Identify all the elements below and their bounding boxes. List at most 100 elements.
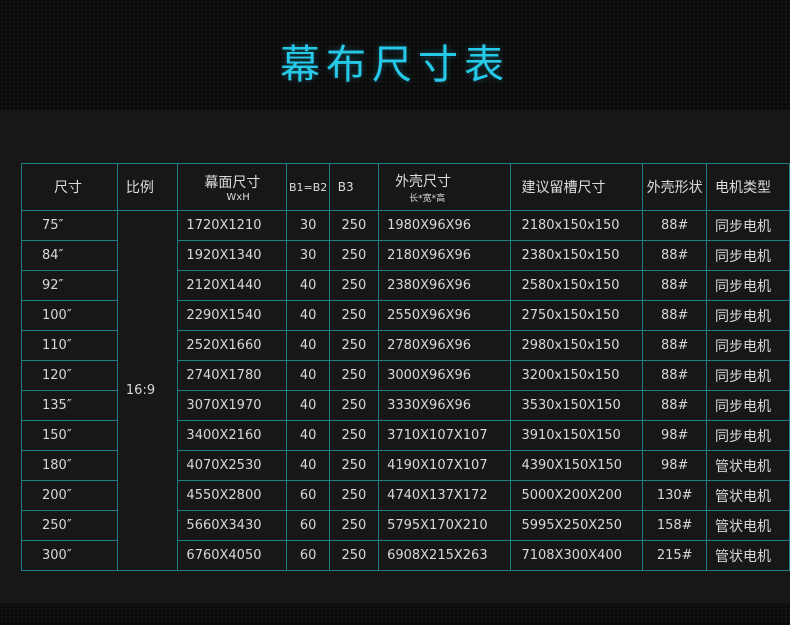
cell-b3: 250 — [328, 360, 380, 391]
cell-shape: 88# — [642, 210, 707, 241]
cell-size: 92″ — [21, 270, 118, 301]
header-outer: 外壳尺寸 长*宽*高 — [378, 163, 512, 211]
cell-b3: 250 — [328, 480, 380, 511]
cell-shape: 88# — [642, 300, 707, 331]
cell-size: 110″ — [21, 330, 118, 361]
cell-b1b2: 30 — [286, 210, 330, 241]
header-motor: 电机类型 — [705, 163, 790, 211]
header-b3: B3 — [328, 163, 380, 211]
cell-screen: 3400X2160 — [177, 420, 288, 451]
cell-slot: 5995X250X250 — [510, 510, 644, 541]
size-table-container: 尺寸 比例 幕面尺寸 WxH B1=B2 B3 外壳尺寸 长*宽*高 建议留槽尺… — [21, 163, 790, 571]
footer-band — [0, 603, 790, 625]
cell-b1b2: 60 — [286, 480, 330, 511]
cell-outer: 1980X96X96 — [378, 210, 512, 241]
cell-screen: 5660X3430 — [177, 510, 288, 541]
cell-shape: 88# — [642, 240, 707, 271]
cell-slot: 2180x150x150 — [510, 210, 644, 241]
header-screen-sub: WxH — [226, 191, 250, 203]
cell-motor: 同步电机 — [705, 270, 790, 301]
cell-slot: 7108X300X400 — [510, 540, 644, 571]
cell-slot: 2980x150x150 — [510, 330, 644, 361]
cell-slot: 4390X150X150 — [510, 450, 644, 481]
cell-b3: 250 — [328, 240, 380, 271]
cell-outer: 2380X96X96 — [378, 270, 512, 301]
cell-outer: 3710X107X107 — [378, 420, 512, 451]
cell-size: 250″ — [21, 510, 118, 541]
header-outer-sub: 长*宽*高 — [409, 193, 446, 204]
cell-slot: 3530x150X150 — [510, 390, 644, 421]
cell-size: 100″ — [21, 300, 118, 331]
cell-screen: 3070X1970 — [177, 390, 288, 421]
table-row: 75″ 16:9 1720X1210 30 250 1980X96X96 2180x150x… — [21, 210, 790, 571]
cell-outer: 5795X170X210 — [378, 510, 512, 541]
cell-size: 75″ — [21, 210, 118, 241]
cell-motor: 管状电机 — [705, 510, 790, 541]
cell-size: 300″ — [21, 540, 118, 571]
cell-motor: 管状电机 — [705, 450, 790, 481]
cell-size: 135″ — [21, 390, 118, 421]
cell-b3: 250 — [328, 390, 380, 421]
header-b1b2: B1=B2 — [286, 163, 330, 211]
cell-slot: 2380x150x150 — [510, 240, 644, 271]
cell-b1b2: 40 — [286, 450, 330, 481]
table-header-row: 尺寸 比例 幕面尺寸 WxH B1=B2 B3 外壳尺寸 长*宽*高 建议留槽尺… — [21, 163, 790, 211]
cell-size: 120″ — [21, 360, 118, 391]
header-screen-label: 幕面尺寸 — [204, 174, 261, 191]
header-ratio: 比例 — [116, 163, 179, 211]
cell-size: 200″ — [21, 480, 118, 511]
cell-outer: 3330X96X96 — [378, 390, 512, 421]
cell-outer: 3000X96X96 — [378, 360, 512, 391]
cell-motor: 同步电机 — [705, 300, 790, 331]
cell-b1b2: 40 — [286, 420, 330, 451]
cell-shape: 88# — [642, 330, 707, 361]
cell-screen: 4070X2530 — [177, 450, 288, 481]
header-slot: 建议留槽尺寸 — [510, 163, 644, 211]
cell-motor: 管状电机 — [705, 540, 790, 571]
cell-size: 84″ — [21, 240, 118, 271]
cell-shape: 88# — [642, 360, 707, 391]
cell-b3: 250 — [328, 450, 380, 481]
cell-outer: 2180X96X96 — [378, 240, 512, 271]
cell-shape: 98# — [642, 420, 707, 451]
cell-screen: 1720X1210 — [177, 210, 288, 241]
cell-slot: 2580x150x150 — [510, 270, 644, 301]
cell-b1b2: 40 — [286, 360, 330, 391]
cell-shape: 215# — [642, 540, 707, 571]
cell-outer: 4740X137X172 — [378, 480, 512, 511]
cell-motor: 同步电机 — [705, 210, 790, 241]
cell-outer: 4190X107X107 — [378, 450, 512, 481]
cell-b1b2: 60 — [286, 540, 330, 571]
page-title: 幕布尺寸表 — [280, 42, 510, 88]
cell-b3: 250 — [328, 210, 380, 241]
header-shape: 外壳形状 — [642, 163, 707, 211]
cell-ratio: 16:9 — [116, 210, 179, 571]
cell-outer: 2780X96X96 — [378, 330, 512, 361]
cell-screen: 1920X1340 — [177, 240, 288, 271]
cell-slot: 5000X200X200 — [510, 480, 644, 511]
cell-shape: 88# — [642, 270, 707, 301]
cell-screen: 2120X1440 — [177, 270, 288, 301]
cell-motor: 同步电机 — [705, 360, 790, 391]
header-screen: 幕面尺寸 WxH — [177, 163, 288, 211]
cell-b3: 250 — [328, 540, 380, 571]
table-body: 75″ 16:9 1720X1210 30 250 1980X96X96 2180x150x… — [21, 210, 790, 571]
cell-b3: 250 — [328, 270, 380, 301]
cell-size: 180″ — [21, 450, 118, 481]
cell-screen: 4550X2800 — [177, 480, 288, 511]
cell-b3: 250 — [328, 300, 380, 331]
cell-size: 150″ — [21, 420, 118, 451]
cell-b1b2: 60 — [286, 510, 330, 541]
cell-shape: 130# — [642, 480, 707, 511]
cell-motor: 管状电机 — [705, 480, 790, 511]
cell-shape: 158# — [642, 510, 707, 541]
cell-slot: 3910x150X150 — [510, 420, 644, 451]
cell-b1b2: 40 — [286, 300, 330, 331]
cell-shape: 88# — [642, 390, 707, 421]
cell-slot: 2750x150x150 — [510, 300, 644, 331]
cell-b3: 250 — [328, 510, 380, 541]
header-size: 尺寸 — [21, 163, 118, 211]
cell-motor: 同步电机 — [705, 420, 790, 451]
cell-screen: 2740X1780 — [177, 360, 288, 391]
cell-screen: 6760X4050 — [177, 540, 288, 571]
